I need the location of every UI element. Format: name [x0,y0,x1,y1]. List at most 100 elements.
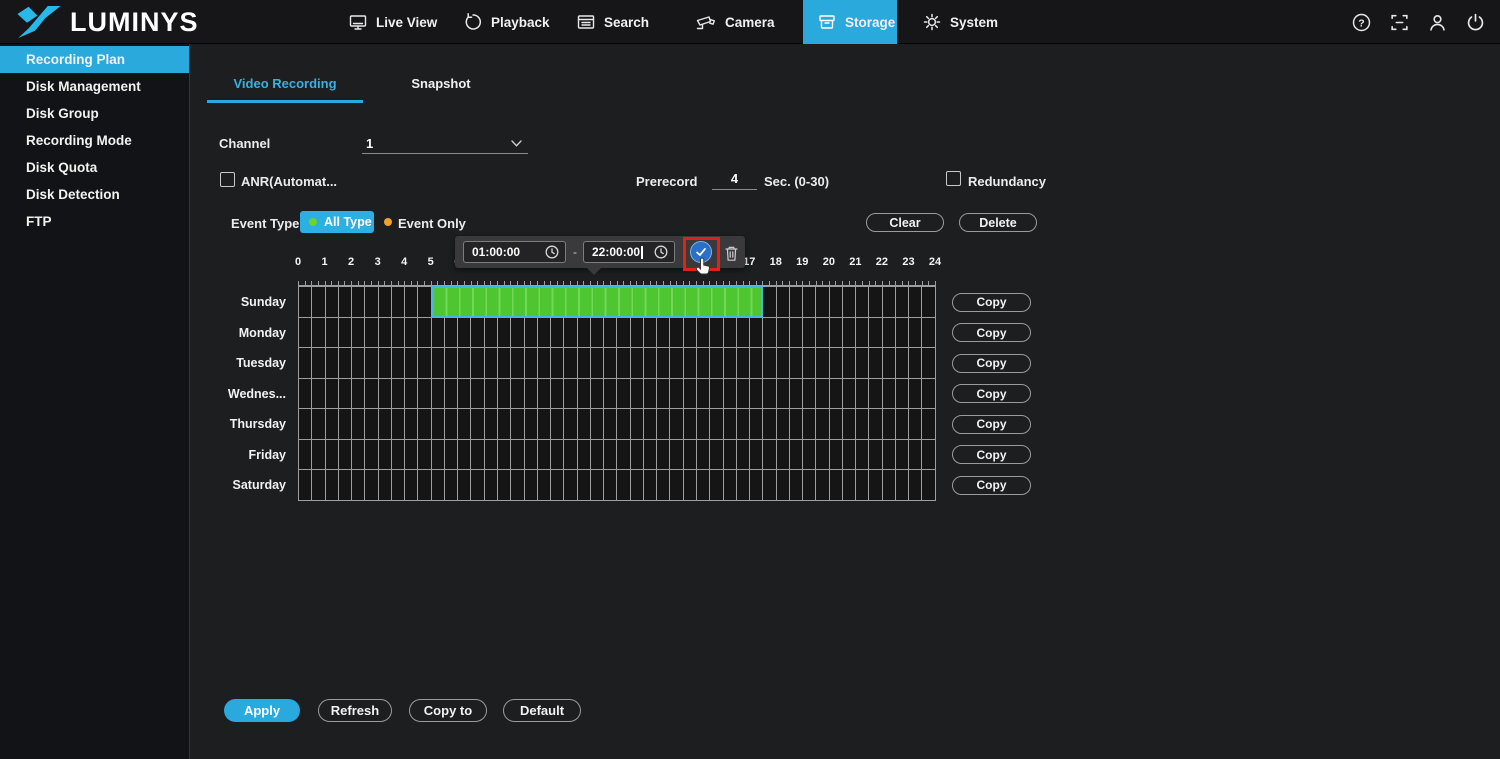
schedule-cell[interactable] [830,348,843,378]
schedule-cell[interactable] [869,287,882,317]
schedule-cell[interactable] [922,379,935,409]
schedule-cell[interactable] [418,470,431,500]
schedule-cell[interactable] [816,379,829,409]
prerecord-input[interactable]: 4 [712,171,757,190]
schedule-cell[interactable] [564,379,577,409]
schedule-cell[interactable] [326,287,339,317]
schedule-cell[interactable] [538,348,551,378]
schedule-cell[interactable] [511,440,524,470]
schedule-cell[interactable] [498,348,511,378]
schedule-cell[interactable] [843,379,856,409]
schedule-cell[interactable] [392,440,405,470]
schedule-cell[interactable] [830,318,843,348]
schedule-cell[interactable] [830,440,843,470]
schedule-cell[interactable] [326,470,339,500]
schedule-cell[interactable] [485,348,498,378]
schedule-cell[interactable] [896,287,909,317]
schedule-cell[interactable] [511,409,524,439]
schedule-cell[interactable] [392,287,405,317]
schedule-cell[interactable] [365,409,378,439]
schedule-cell[interactable] [724,409,737,439]
schedule-cell[interactable] [339,318,352,348]
schedule-cell[interactable] [352,440,365,470]
schedule-cell[interactable] [657,409,670,439]
channel-select[interactable]: 1 [362,133,528,154]
nav-item-camera[interactable]: Camera [695,0,775,44]
copy-button-thursday[interactable]: Copy [952,415,1031,434]
schedule-cell[interactable] [763,409,776,439]
schedule-cell[interactable] [551,348,564,378]
schedule-cell[interactable] [710,440,723,470]
event-only-dot-icon[interactable] [384,218,392,226]
schedule-cell[interactable] [312,379,325,409]
schedule-cell[interactable] [803,379,816,409]
schedule-cell[interactable] [604,348,617,378]
delete-button[interactable]: Delete [959,213,1037,232]
schedule-cell[interactable] [418,348,431,378]
schedule-cell[interactable] [830,409,843,439]
schedule-cell[interactable] [498,409,511,439]
schedule-cell[interactable] [684,440,697,470]
copy-button-friday[interactable]: Copy [952,445,1031,464]
schedule-cell[interactable] [326,318,339,348]
schedule-cell[interactable] [816,409,829,439]
schedule-cell[interactable] [392,470,405,500]
schedule-cell[interactable] [538,440,551,470]
schedule-cell[interactable] [604,379,617,409]
schedule-cell[interactable] [578,409,591,439]
schedule-cell[interactable] [697,348,710,378]
schedule-cell[interactable] [843,440,856,470]
schedule-cell[interactable] [631,379,644,409]
clear-button[interactable]: Clear [866,213,944,232]
schedule-cell[interactable] [670,348,683,378]
schedule-cell[interactable] [909,318,922,348]
schedule-cell[interactable] [352,318,365,348]
schedule-cell[interactable] [670,379,683,409]
schedule-cell[interactable] [790,379,803,409]
schedule-cell[interactable] [670,409,683,439]
schedule-cell[interactable] [763,440,776,470]
sidebar-item-disk-detection[interactable]: Disk Detection [0,181,189,208]
schedule-cell[interactable] [405,287,418,317]
schedule-cell[interactable] [644,318,657,348]
schedule-cell[interactable] [326,440,339,470]
schedule-cell[interactable] [405,379,418,409]
schedule-cell[interactable] [405,318,418,348]
schedule-cell[interactable] [604,318,617,348]
schedule-cell[interactable] [525,470,538,500]
schedule-cell[interactable] [724,379,737,409]
schedule-cell[interactable] [750,348,763,378]
schedule-cell[interactable] [405,440,418,470]
schedule-cell[interactable] [511,318,524,348]
schedule-cell[interactable] [418,409,431,439]
schedule-cell[interactable] [538,409,551,439]
schedule-cell[interactable] [750,318,763,348]
schedule-cell[interactable] [697,470,710,500]
schedule-cell[interactable] [312,470,325,500]
schedule-cell[interactable] [644,348,657,378]
schedule-cell[interactable] [471,409,484,439]
confirm-time-button[interactable] [690,241,712,263]
schedule-cell[interactable] [352,409,365,439]
schedule-cell[interactable] [379,348,392,378]
schedule-cell[interactable] [909,440,922,470]
schedule-cell[interactable] [326,379,339,409]
copy-to-button[interactable]: Copy to [409,699,487,722]
schedule-cell[interactable] [856,470,869,500]
schedule-cell[interactable] [485,318,498,348]
schedule-cell[interactable] [710,379,723,409]
schedule-cell[interactable] [790,348,803,378]
schedule-cell[interactable] [578,379,591,409]
schedule-cell[interactable] [392,318,405,348]
schedule-cell[interactable] [617,409,630,439]
schedule-cell[interactable] [617,470,630,500]
schedule-cell[interactable] [511,470,524,500]
schedule-cell[interactable] [432,470,445,500]
clock-icon[interactable] [545,245,559,259]
schedule-cell[interactable] [684,348,697,378]
schedule-cell[interactable] [843,318,856,348]
schedule-cell[interactable] [445,379,458,409]
schedule-cell[interactable] [869,470,882,500]
schedule-cell[interactable] [883,409,896,439]
nav-item-live-view[interactable]: Live View [348,0,437,44]
